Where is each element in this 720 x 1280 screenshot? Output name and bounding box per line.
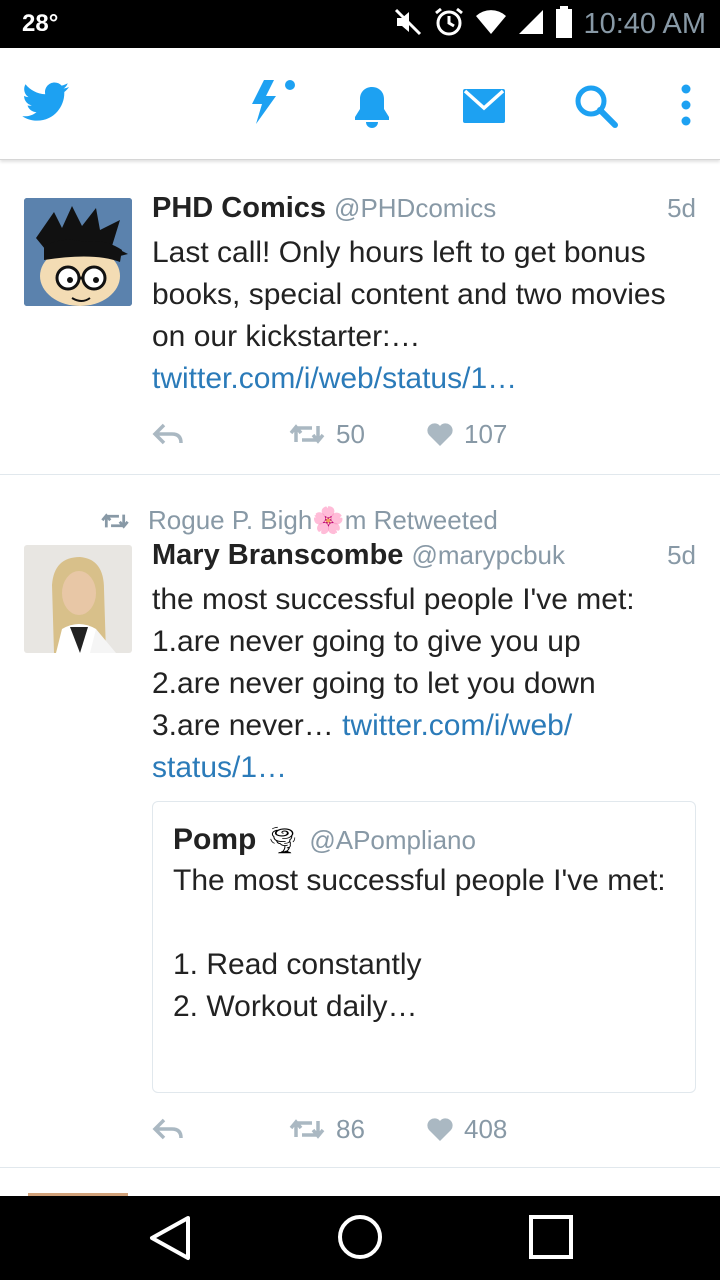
reply-button[interactable]	[152, 1109, 184, 1149]
like-count: 408	[464, 1113, 508, 1144]
tweet-line: 1.are never going to give you up	[152, 625, 581, 658]
clock: 10:40 AM	[583, 7, 706, 40]
app-bar	[0, 48, 720, 160]
battery-icon	[555, 5, 573, 43]
retweet-icon	[289, 424, 325, 444]
twitter-bird-icon[interactable]	[22, 82, 70, 127]
tweet-actions: 86 408	[152, 1109, 632, 1149]
like-count: 107	[464, 418, 508, 449]
tweet-link[interactable]: twitter.com/i/web/status/1…	[152, 362, 517, 395]
tweet-line: the most successful people I've met:	[152, 583, 635, 616]
tweet-time: 5d	[667, 193, 696, 223]
tornado-emoji: 🌪	[266, 824, 300, 855]
retweeted-by-label: Rogue P. Bigh🌸m Retweeted	[148, 505, 498, 535]
quoted-tweet[interactable]: Pomp 🌪 @APompliano The most successful p…	[152, 801, 696, 1093]
reply-icon	[152, 423, 183, 445]
home-button[interactable]	[337, 1214, 383, 1265]
system-navigation-bar	[0, 1196, 720, 1280]
tweet-line: 3.are never…	[152, 709, 343, 742]
reply-icon	[152, 1118, 183, 1140]
moments-lightning-icon[interactable]	[244, 76, 300, 133]
home-circle-icon	[338, 1215, 382, 1259]
quoted-author-name: Pomp	[173, 823, 257, 856]
author-handle[interactable]: @marypcbuk	[411, 540, 565, 571]
tweet-time: 5d	[667, 540, 696, 570]
signal-icon	[517, 8, 545, 41]
timeline-feed: PHD Comics @PHDcomics 5d Last call! Only…	[0, 172, 720, 1208]
author-name[interactable]: Mary Branscombe	[152, 539, 403, 572]
retweet-button[interactable]: 50	[288, 414, 365, 454]
tweet-actions: 50 107	[152, 414, 632, 454]
recents-button[interactable]	[528, 1214, 574, 1265]
reply-button[interactable]	[152, 414, 184, 454]
temperature-indicator: 28°	[22, 10, 59, 37]
avatar[interactable]	[24, 545, 132, 653]
notifications-bell-icon[interactable]	[352, 84, 392, 133]
tweet-link-continued[interactable]: status/1…	[152, 747, 696, 789]
recents-square-icon	[529, 1215, 573, 1259]
tweet-phdcomics[interactable]: PHD Comics @PHDcomics 5d Last call! Only…	[0, 172, 720, 474]
retweeted-by[interactable]: Rogue P. Bigh🌸m Retweeted	[100, 505, 498, 536]
heart-icon	[427, 1118, 453, 1141]
quoted-author-handle: @APompliano	[309, 824, 476, 855]
tweet-marypcbuk[interactable]: Rogue P. Bigh🌸m Retweeted Mary Branscomb…	[0, 475, 720, 1167]
retweet-small-icon	[101, 512, 129, 529]
search-icon[interactable]	[574, 84, 618, 133]
tweet-text: Last call! Only hours left to get bonus …	[152, 236, 666, 353]
tweet-body: Mary Branscombe @marypcbuk 5d the most s…	[152, 539, 696, 789]
tweet-text: the most successful people I've met: 1.a…	[152, 579, 696, 789]
tweet-line: 2.are never going to let you down	[152, 667, 596, 700]
wifi-icon	[475, 8, 507, 41]
heart-icon	[427, 423, 453, 446]
like-button[interactable]: 107	[426, 414, 507, 454]
messages-envelope-icon[interactable]	[462, 88, 506, 129]
retweet-icon	[289, 1119, 325, 1139]
alarm-icon	[433, 6, 465, 43]
retweet-button[interactable]: 86	[288, 1109, 365, 1149]
tweet-link[interactable]: twitter.com/i/web/	[342, 709, 572, 742]
back-triangle-icon	[150, 1216, 190, 1260]
mute-icon	[393, 7, 423, 42]
back-button[interactable]	[148, 1214, 192, 1267]
retweet-count: 86	[336, 1113, 365, 1144]
author-handle[interactable]: @PHDcomics	[334, 193, 496, 224]
like-button[interactable]: 408	[426, 1109, 507, 1149]
avatar[interactable]	[24, 198, 132, 306]
retweet-count: 50	[336, 418, 365, 449]
tweet-body: PHD Comics @PHDcomics 5d Last call! Only…	[152, 192, 696, 400]
quoted-text: The most successful people I've met: 1. …	[173, 864, 666, 1023]
author-name[interactable]: PHD Comics	[152, 192, 326, 225]
status-bar: 28° 10:40 AM	[0, 0, 720, 48]
overflow-menu-icon[interactable]	[680, 84, 692, 133]
